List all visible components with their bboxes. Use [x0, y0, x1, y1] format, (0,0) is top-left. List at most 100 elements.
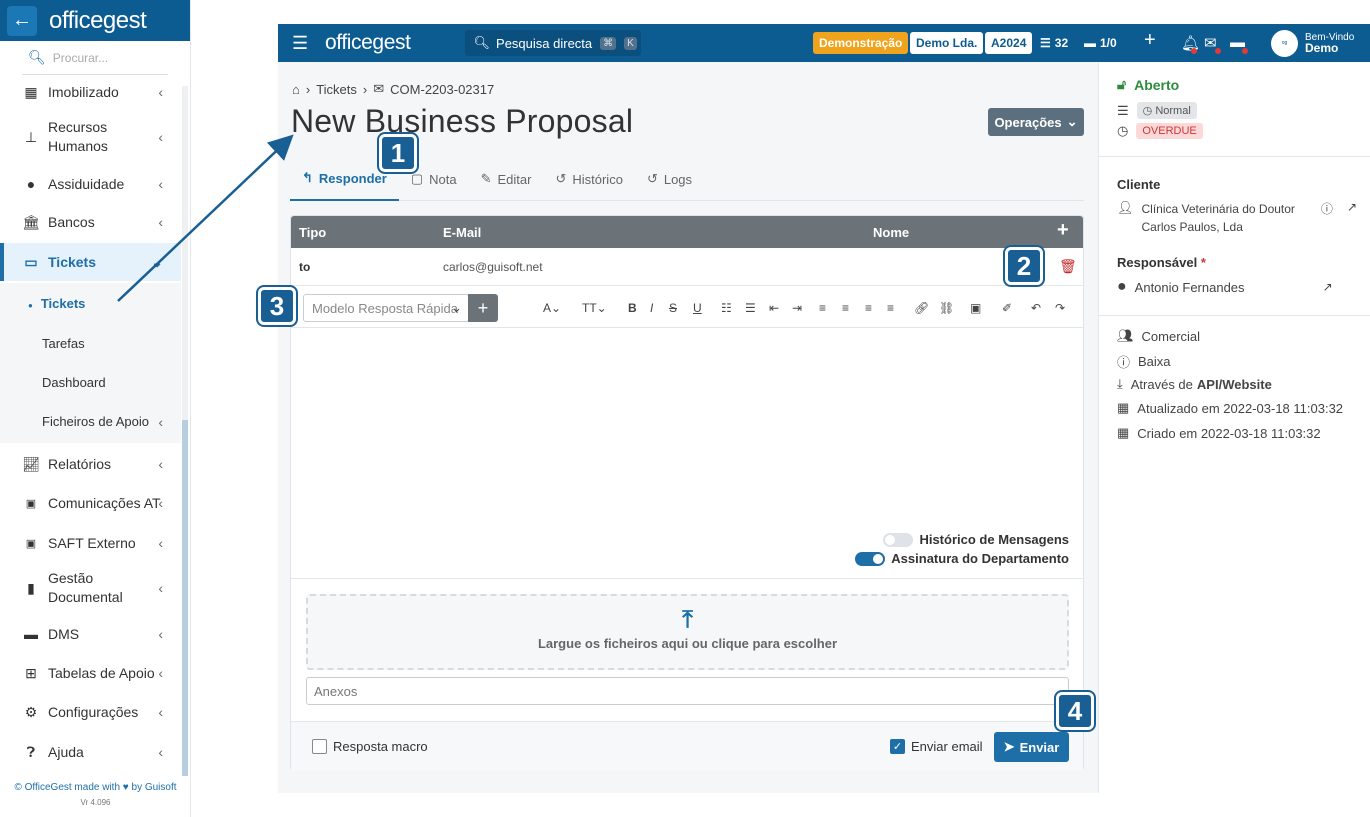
sidebar-item-tabelas-de-apoio[interactable]: ⊞ Tabelas de Apoio ‹ — [0, 661, 181, 685]
sidebar-item-label: DMS — [48, 626, 80, 642]
send-button[interactable]: ➤ Enviar — [994, 732, 1069, 762]
add-recipient-icon[interactable]: + — [1057, 219, 1069, 242]
redo-icon[interactable]: ↷ — [1055, 301, 1065, 315]
upload-icon: ⤒ — [682, 606, 693, 633]
required-indicator: * — [1200, 255, 1206, 270]
sidebar-item-comunicacoes-at[interactable]: ▣ Comunicações AT ‹ — [0, 491, 181, 515]
breadcrumb: ⌂ › Tickets › ✉ COM-2203-02317 — [292, 81, 494, 97]
tab-logs[interactable]: ↺ Logs — [635, 157, 704, 201]
submenu-item-tarefas[interactable]: Tarefas — [0, 336, 181, 351]
direct-search-button[interactable]: 🔍︎ Pesquisa directa ⌘ K — [464, 30, 641, 56]
align-center-icon[interactable]: ≡ — [842, 301, 849, 315]
add-icon[interactable]: + — [1144, 29, 1156, 52]
home-icon[interactable]: ⌂ — [292, 82, 300, 97]
sidebar-item-imobilizado[interactable]: ▦ Imobilizado ‹ — [0, 80, 181, 104]
sidebar-item-relatorios[interactable]: 📈︎ Relatórios ‹ — [0, 452, 181, 476]
outdent-icon[interactable]: ⇤ — [769, 301, 779, 315]
underline-icon[interactable]: U — [693, 301, 702, 315]
sidebar-item-tickets[interactable]: ▭ Tickets ⌄ — [0, 243, 181, 281]
priority-badge[interactable]: ◷ Normal — [1136, 102, 1197, 119]
sidebar-item-ajuda[interactable]: ❓︎ Ajuda ‹ — [0, 740, 181, 764]
checkbox[interactable] — [312, 739, 327, 754]
tab-editar[interactable]: ✎ Editar — [469, 157, 544, 201]
reply-footer: Resposta macro ✓ Enviar email ➤ Enviar — [291, 721, 1083, 771]
justify-icon[interactable]: ≡ — [887, 301, 894, 315]
sidebar-scrollbar-thumb[interactable] — [182, 420, 188, 776]
sidebar-item-recursos-humanos[interactable]: ⊥ Recursos Humanos ‹ — [0, 118, 181, 156]
hamburger-menu-icon[interactable]: ☰ — [292, 33, 312, 54]
chevron-left-icon: ‹ — [158, 214, 163, 230]
sidebar-footer: © OfficeGest made with ♥ by Guisoft Vr 4… — [0, 780, 191, 810]
unlink-icon[interactable]: ⛓︎ — [939, 301, 954, 315]
history-toggle-switch[interactable] — [883, 532, 914, 547]
file-dropzone[interactable]: ⤒ Largue os ficheiros aqui ou clique par… — [306, 594, 1069, 670]
submenu-item-label: Tarefas — [42, 336, 85, 351]
italic-icon[interactable]: I — [650, 301, 653, 315]
client-row: 👤︎ Clínica Veterinária do Doutor Carlos … — [1117, 200, 1357, 236]
recipients-table-header: Tipo E-Mail Nome + — [291, 216, 1083, 248]
align-right-icon[interactable]: ≡ — [865, 301, 872, 315]
updated-row: ▦ Atualizado em 2022-03-18 11:03:32 — [1117, 400, 1343, 416]
message-editor[interactable] — [291, 329, 1083, 527]
quick-reply-select[interactable]: Modelo Resposta Rápida ⌄ — [303, 294, 469, 322]
department-value: Comercial — [1141, 328, 1201, 344]
bank-icon: 🏛︎ — [22, 213, 40, 230]
trash-icon[interactable]: 🗑︎ — [1059, 258, 1077, 275]
toggle-history[interactable]: Histórico de Mensagens — [855, 530, 1069, 549]
external-link-icon[interactable]: ↗ — [1347, 200, 1357, 214]
task-list-counter[interactable]: ☰ 32 — [1040, 36, 1068, 50]
send-email-checkbox[interactable]: ✓ Enviar email — [890, 739, 983, 754]
macro-reply-checkbox[interactable]: Resposta macro — [312, 739, 428, 754]
folder-counter[interactable]: ▬ 1/0 — [1084, 36, 1117, 50]
company-badge[interactable]: Demo Lda. — [910, 32, 984, 54]
year-badge[interactable]: A2024 — [985, 32, 1033, 54]
sidebar-item-bancos[interactable]: 🏛︎ Bancos ‹ — [0, 210, 181, 234]
user-menu[interactable]: Bem-Vindo Demo — [1305, 32, 1354, 55]
toggle-signature[interactable]: Assinatura do Departamento — [855, 549, 1069, 568]
operations-button[interactable]: Operações ⌄ — [988, 108, 1084, 136]
demo-badge[interactable]: Demonstração — [813, 32, 909, 54]
user-avatar[interactable]: og — [1271, 29, 1298, 57]
check-icon[interactable]: ✓ — [890, 739, 905, 754]
breadcrumb-tickets[interactable]: Tickets — [316, 82, 357, 97]
sidebar-item-saft-externo[interactable]: ▣ SAFT Externo ‹ — [0, 531, 181, 555]
image-icon[interactable]: ▣ — [970, 301, 981, 315]
attachments-input[interactable]: Anexos — [306, 677, 1069, 705]
tab-historico[interactable]: ↺ Histórico — [543, 157, 634, 201]
info-icon[interactable]: ⓘ — [1321, 200, 1333, 217]
external-link-icon[interactable]: ↗ — [1323, 280, 1333, 294]
back-arrow-icon[interactable]: ← — [7, 5, 37, 36]
topbar-logo[interactable]: officegest — [325, 31, 411, 55]
sidebar-item-configuracoes[interactable]: ⚙ Configurações ‹ — [0, 700, 181, 724]
submenu-item-ficheiros-de-apoio[interactable]: Ficheiros de Apoio ‹ — [0, 414, 181, 430]
sidebar-item-label: Assiduidade — [48, 176, 125, 192]
numbered-list-icon[interactable]: ☰ — [745, 301, 756, 315]
font-color-icon[interactable]: A⌄ — [543, 301, 561, 315]
indent-icon[interactable]: ⇥ — [792, 301, 802, 315]
link-icon[interactable]: 🔗︎ — [914, 301, 929, 315]
note-icon: ▢ — [410, 171, 424, 186]
add-quick-reply-button[interactable]: + — [468, 294, 498, 322]
sidebar-item-dms[interactable]: ▬ DMS ‹ — [0, 622, 181, 646]
submenu-item-tickets[interactable]: ● Tickets — [0, 296, 181, 311]
responsible-name[interactable]: Antonio Fernandes — [1135, 280, 1315, 295]
submenu-item-dashboard[interactable]: Dashboard — [0, 375, 181, 390]
undo-icon[interactable]: ↶ — [1031, 301, 1041, 315]
status-open[interactable]: 🔓︎ Aberto — [1117, 76, 1179, 93]
toggle-signature-label: Assinatura do Departamento — [891, 551, 1069, 566]
font-size-icon[interactable]: TT⌄ — [582, 301, 607, 315]
breadcrumb-ticket-id: COM-2203-02317 — [390, 81, 495, 97]
bullet-list-icon[interactable]: ☷ — [721, 301, 732, 315]
strikethrough-icon[interactable]: S — [669, 301, 677, 315]
sidebar-item-gestao-documental[interactable]: ▮ Gestão Documental ‹ — [0, 569, 181, 607]
align-left-icon[interactable]: ≡ — [819, 301, 826, 315]
sidebar-search-input[interactable]: 🔍︎ Procurar... — [22, 41, 168, 75]
sidebar-item-assiduidade[interactable]: ● Assiduidade ‹ — [0, 172, 181, 196]
chevron-down-icon: ⌄ — [151, 253, 163, 270]
signature-toggle-switch[interactable] — [855, 551, 886, 566]
brush-icon[interactable]: ✐ — [1002, 301, 1012, 315]
sidebar-item-label: Bancos — [48, 214, 95, 230]
editor-toolbar: Modelo Resposta Rápida ⌄ + A⌄ TT⌄ B I S … — [291, 288, 1083, 328]
bold-icon[interactable]: B — [628, 301, 637, 315]
sidebar-logo: officegest — [49, 6, 147, 34]
